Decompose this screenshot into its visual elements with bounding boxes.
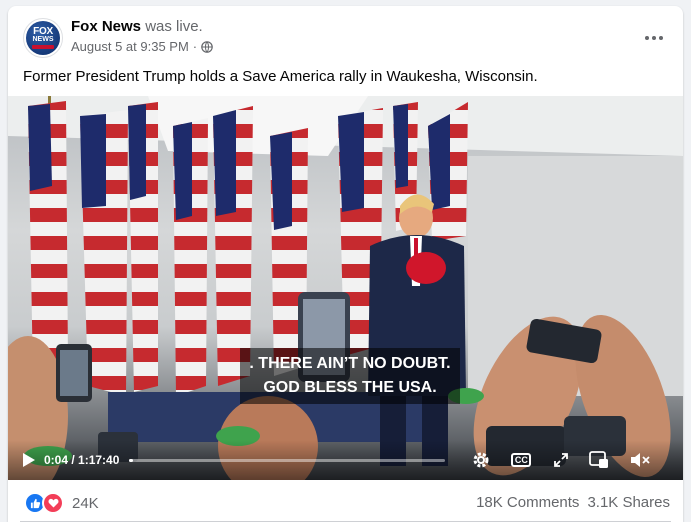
video-controls: 0:04 / 1:17:40 CC [8,440,683,480]
comments-count[interactable]: 18K Comments [476,494,579,511]
page-name-link[interactable]: Fox News [71,18,141,35]
meta-separator: · [192,39,198,54]
cc-icon: CC [511,453,532,467]
reaction-count[interactable]: 24K [72,495,99,512]
shares-count[interactable]: 3.1K Shares [587,494,670,511]
play-icon [23,453,35,467]
play-button[interactable] [22,452,36,468]
video-player[interactable]: . THERE AIN’T NO DOUBT. GOD BLESS THE US… [8,96,683,480]
fullscreen-button[interactable] [553,452,569,468]
more-dots-icon [645,36,663,40]
post-text: Former President Trump holds a Save Amer… [23,68,538,85]
logo-text-news: NEWS [32,36,54,43]
globe-icon[interactable] [201,40,213,53]
captions-button[interactable]: CC [511,453,532,467]
caption-line-1: . THERE AIN’T NO DOUBT. [249,355,451,372]
more-options-button[interactable] [639,26,669,50]
page-avatar[interactable]: FOX NEWS [23,18,63,58]
reactions-summary[interactable]: 24K [24,492,99,514]
logo-text-fox: FOX [33,26,53,37]
progress-bar[interactable] [129,458,446,462]
volume-button[interactable] [629,451,651,469]
gear-icon [473,452,489,468]
expand-icon [554,453,569,467]
post-header: Fox News was live. [71,18,203,35]
engagement-stats: 18K Comments 3.1K Shares [476,494,670,511]
muted-speaker-icon [631,453,651,467]
live-status-text: was live. [145,18,203,35]
post-timestamp[interactable]: August 5 at 9:35 PM [71,39,189,54]
video-time: 0:04 / 1:17:40 [44,453,120,467]
video-caption: . THERE AIN’T NO DOUBT. GOD BLESS THE US… [240,348,460,404]
fox-news-logo: FOX NEWS [26,21,60,55]
miniplayer-icon [589,451,609,468]
logo-channel-bar [32,45,54,49]
love-reaction-icon [42,492,64,514]
post-footer: 24K 18K Comments 3.1K Shares [8,480,683,522]
post-card: FOX NEWS Fox News was live. August 5 at … [8,6,683,522]
settings-button[interactable] [471,450,491,470]
caption-line-2: GOD BLESS THE USA. [263,379,437,396]
post-meta: August 5 at 9:35 PM · [71,39,213,54]
miniplayer-button[interactable] [589,451,609,469]
progress-fill [129,458,133,462]
